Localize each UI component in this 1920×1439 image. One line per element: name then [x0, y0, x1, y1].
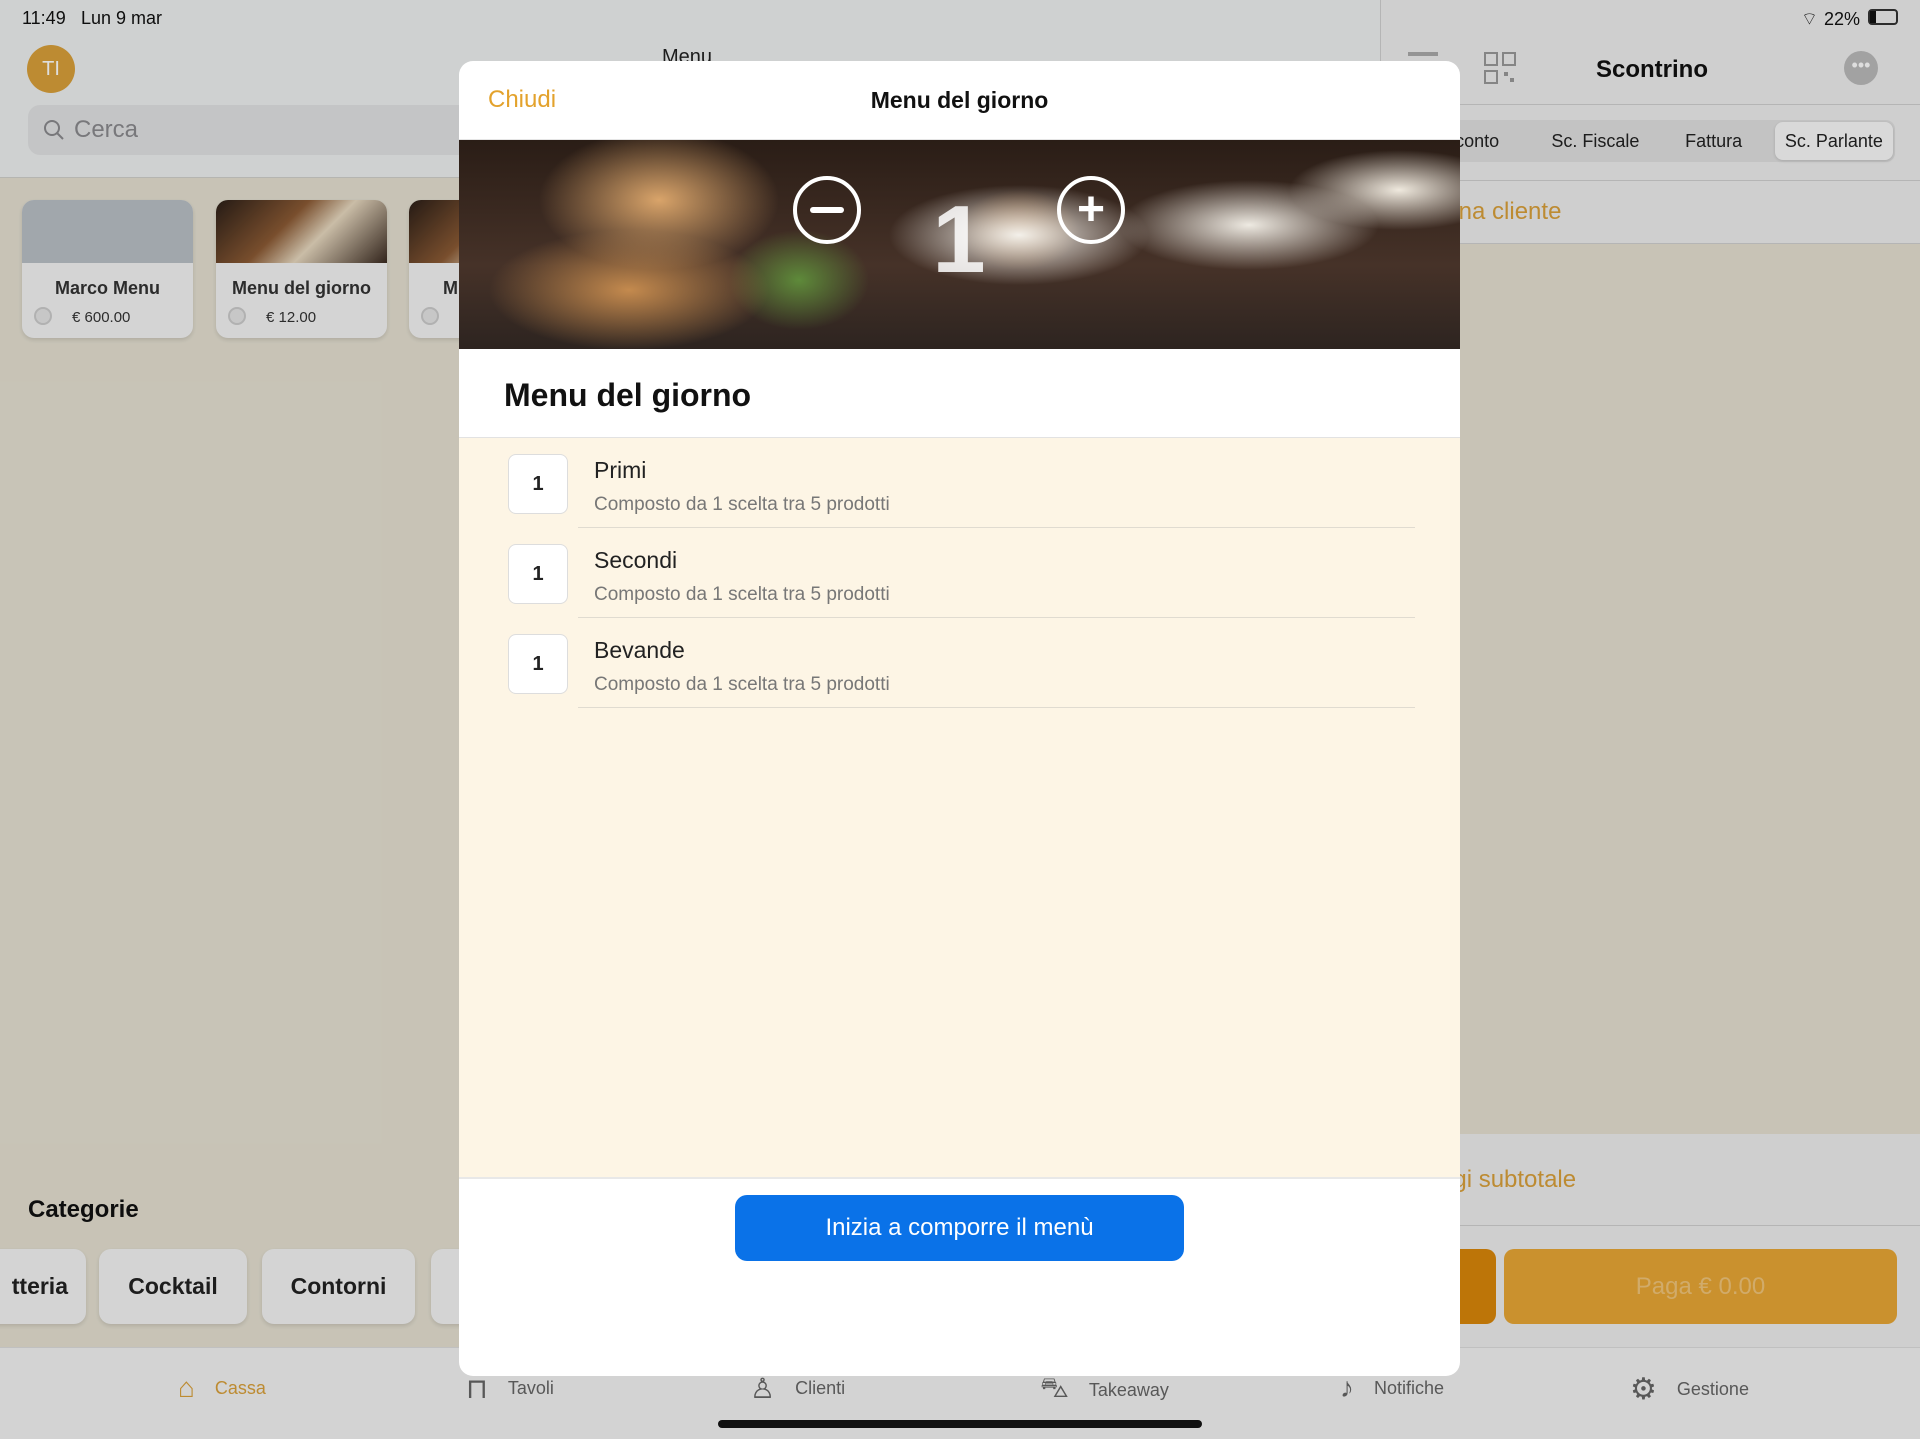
course-name: Secondi [594, 547, 678, 573]
modal-title: Menu del giorno [870, 87, 1049, 113]
menu-image: 1 + [459, 140, 1460, 349]
menu-modal: Chiudi Menu del giorno 1 + Menu del gior… [459, 61, 1460, 1376]
start-compose-button[interactable]: Inizia a comporre il menù [735, 1195, 1184, 1261]
menu-course-list: 1 Primi Composto da 1 scelta tra 5 prodott… [459, 438, 1460, 1177]
home-indicator[interactable] [718, 1420, 1202, 1428]
section-title: Menu del giorno [459, 349, 1460, 438]
list-item[interactable]: 1 Secondi Composto da 1 scelta tra 5 prodo… [508, 528, 1460, 618]
course-name: Primi [594, 457, 647, 483]
course-desc: Composto da 1 scelta tra 5 prodotti [594, 494, 890, 515]
minus-icon [810, 207, 844, 213]
list-item[interactable]: 1 Bevande Composto da 1 scelta tra 5 prodo… [508, 618, 1460, 708]
course-desc: Composto da 1 scelta tra 5 prodotti [594, 584, 890, 605]
plus-icon: + [1076, 183, 1106, 236]
course-name: Bevande [594, 637, 685, 663]
qty-box: 1 [508, 634, 568, 694]
qty-box: 1 [508, 544, 568, 604]
minus-button[interactable] [793, 176, 861, 244]
qty-box: 1 [508, 454, 568, 514]
list-item[interactable]: 1 Primi Composto da 1 scelta tra 5 prodott… [508, 438, 1460, 528]
course-desc: Composto da 1 scelta tra 5 prodotti [594, 674, 890, 695]
quantity-value: 1 [932, 186, 986, 293]
plus-button[interactable]: + [1057, 176, 1125, 244]
